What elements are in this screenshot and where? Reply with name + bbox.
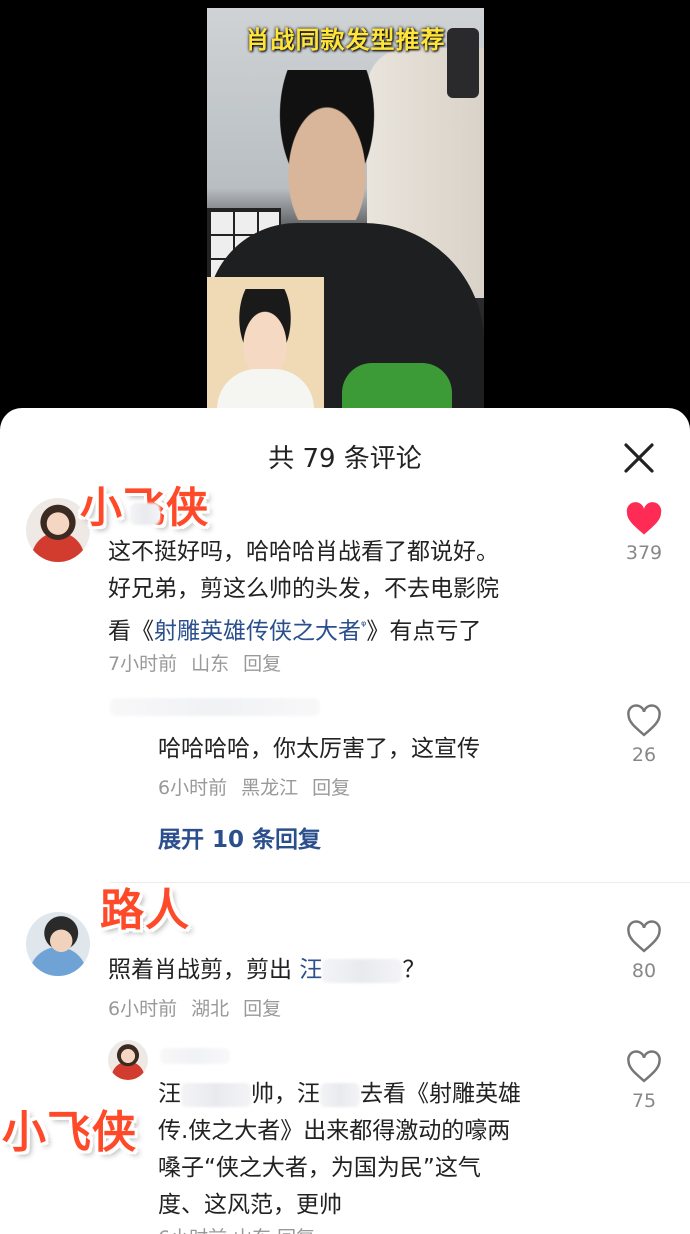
reply-text-fragment: 汪	[158, 1081, 181, 1107]
comment-text-line: 照着肖战剪，剪出 汪 ？	[108, 952, 425, 989]
heart-outline-icon	[627, 920, 661, 953]
avatar[interactable]	[26, 912, 90, 976]
blurred-name	[320, 1082, 360, 1107]
comment-location: 湖北	[191, 998, 230, 1020]
comment-text-line: 看《射雕英雄传侠之大者ᵠ》有点亏了	[108, 608, 481, 651]
reply-meta: 6小时前 黑龙江 回复	[158, 773, 364, 800]
like-button[interactable]: 75	[614, 1050, 674, 1112]
cape-logo	[342, 363, 452, 408]
like-button[interactable]: 80	[614, 920, 674, 982]
like-count: 75	[631, 1090, 657, 1112]
video-overlay-title: 肖战同款发型推荐	[245, 26, 446, 54]
reply-button[interactable]: 回复	[312, 777, 350, 799]
search-link[interactable]: 射雕英雄传侠之大者	[154, 619, 361, 645]
comments-count-title: 共 79 条评论	[268, 444, 422, 474]
comment-time: 7小时前	[108, 653, 178, 675]
comment-text-fragment: 看《	[108, 618, 154, 645]
blurred-name	[322, 958, 403, 983]
reply-username-blur	[110, 698, 320, 716]
close-icon[interactable]	[619, 438, 659, 478]
inset-face	[229, 289, 301, 381]
reply-text: 哈哈哈哈，你太厉害了，这宣传	[158, 736, 480, 762]
comment-meta: 6小时前 湖北 回复	[108, 994, 295, 1021]
reply-location: 黑龙江	[241, 777, 299, 799]
comments-sheet: 共 79 条评论 小飞侠 这不挺好吗，哈哈哈肖战看了都说好。 好兄弟，剪这么帅的…	[0, 408, 690, 1234]
comment-text-line: 这不挺好吗，哈哈哈肖战看了都说好。	[108, 539, 499, 565]
comment-location: 山东	[191, 653, 230, 675]
like-button[interactable]: 379	[614, 502, 674, 564]
like-count: 379	[625, 542, 663, 564]
comment-text-fragment: 照着肖战剪，剪出	[108, 957, 300, 983]
reply-meta: 6小时前 山东 回复	[158, 1223, 315, 1234]
username-sticker: 路人	[100, 885, 190, 936]
reply-text-line: 度、这风范，更帅	[158, 1192, 342, 1218]
reply-text-line: 嗓子“侠之大者，为国为民”这气	[158, 1155, 481, 1181]
comment-text-fragment: 》有点亏了	[366, 618, 482, 645]
comment-text-line: 好兄弟，剪这么帅的头发，不去电影院	[108, 576, 499, 602]
reply-text-line: 传.侠之大者》出来都得激动的嚎两	[158, 1118, 511, 1144]
like-count: 26	[631, 744, 657, 766]
reply-username-blur	[160, 1048, 230, 1064]
username-blur	[130, 503, 160, 525]
comment-meta: 7小时前 山东 回复	[108, 649, 295, 676]
heart-outline-icon	[627, 704, 661, 737]
customer-head	[267, 70, 387, 220]
username-sticker: 小飞侠	[2, 1107, 137, 1158]
reply-button[interactable]: 回复	[243, 653, 281, 675]
expand-replies-button[interactable]: 展开 10 条回复	[158, 820, 321, 854]
heart-filled-icon	[626, 502, 662, 535]
heart-outline-icon	[627, 1050, 661, 1083]
reply-time: 6小时前	[158, 777, 228, 799]
blurred-name	[181, 1082, 251, 1107]
inset-reference-photo	[207, 277, 324, 408]
reply-button[interactable]: 回复	[243, 998, 281, 1020]
reply-text-fragment: 去看《射雕英雄	[360, 1081, 521, 1107]
like-button[interactable]: 26	[614, 704, 674, 766]
like-count: 80	[631, 960, 657, 982]
comment-time: 6小时前	[108, 998, 178, 1020]
mention-link[interactable]: 汪	[299, 957, 322, 983]
avatar[interactable]	[108, 1040, 148, 1080]
reply-text-fragment: 帅，汪	[251, 1081, 320, 1107]
reply-text-line: 汪 帅，汪 去看《射雕英雄	[158, 1076, 521, 1113]
comment-text-fragment: ？	[402, 957, 426, 983]
divider	[110, 882, 690, 883]
